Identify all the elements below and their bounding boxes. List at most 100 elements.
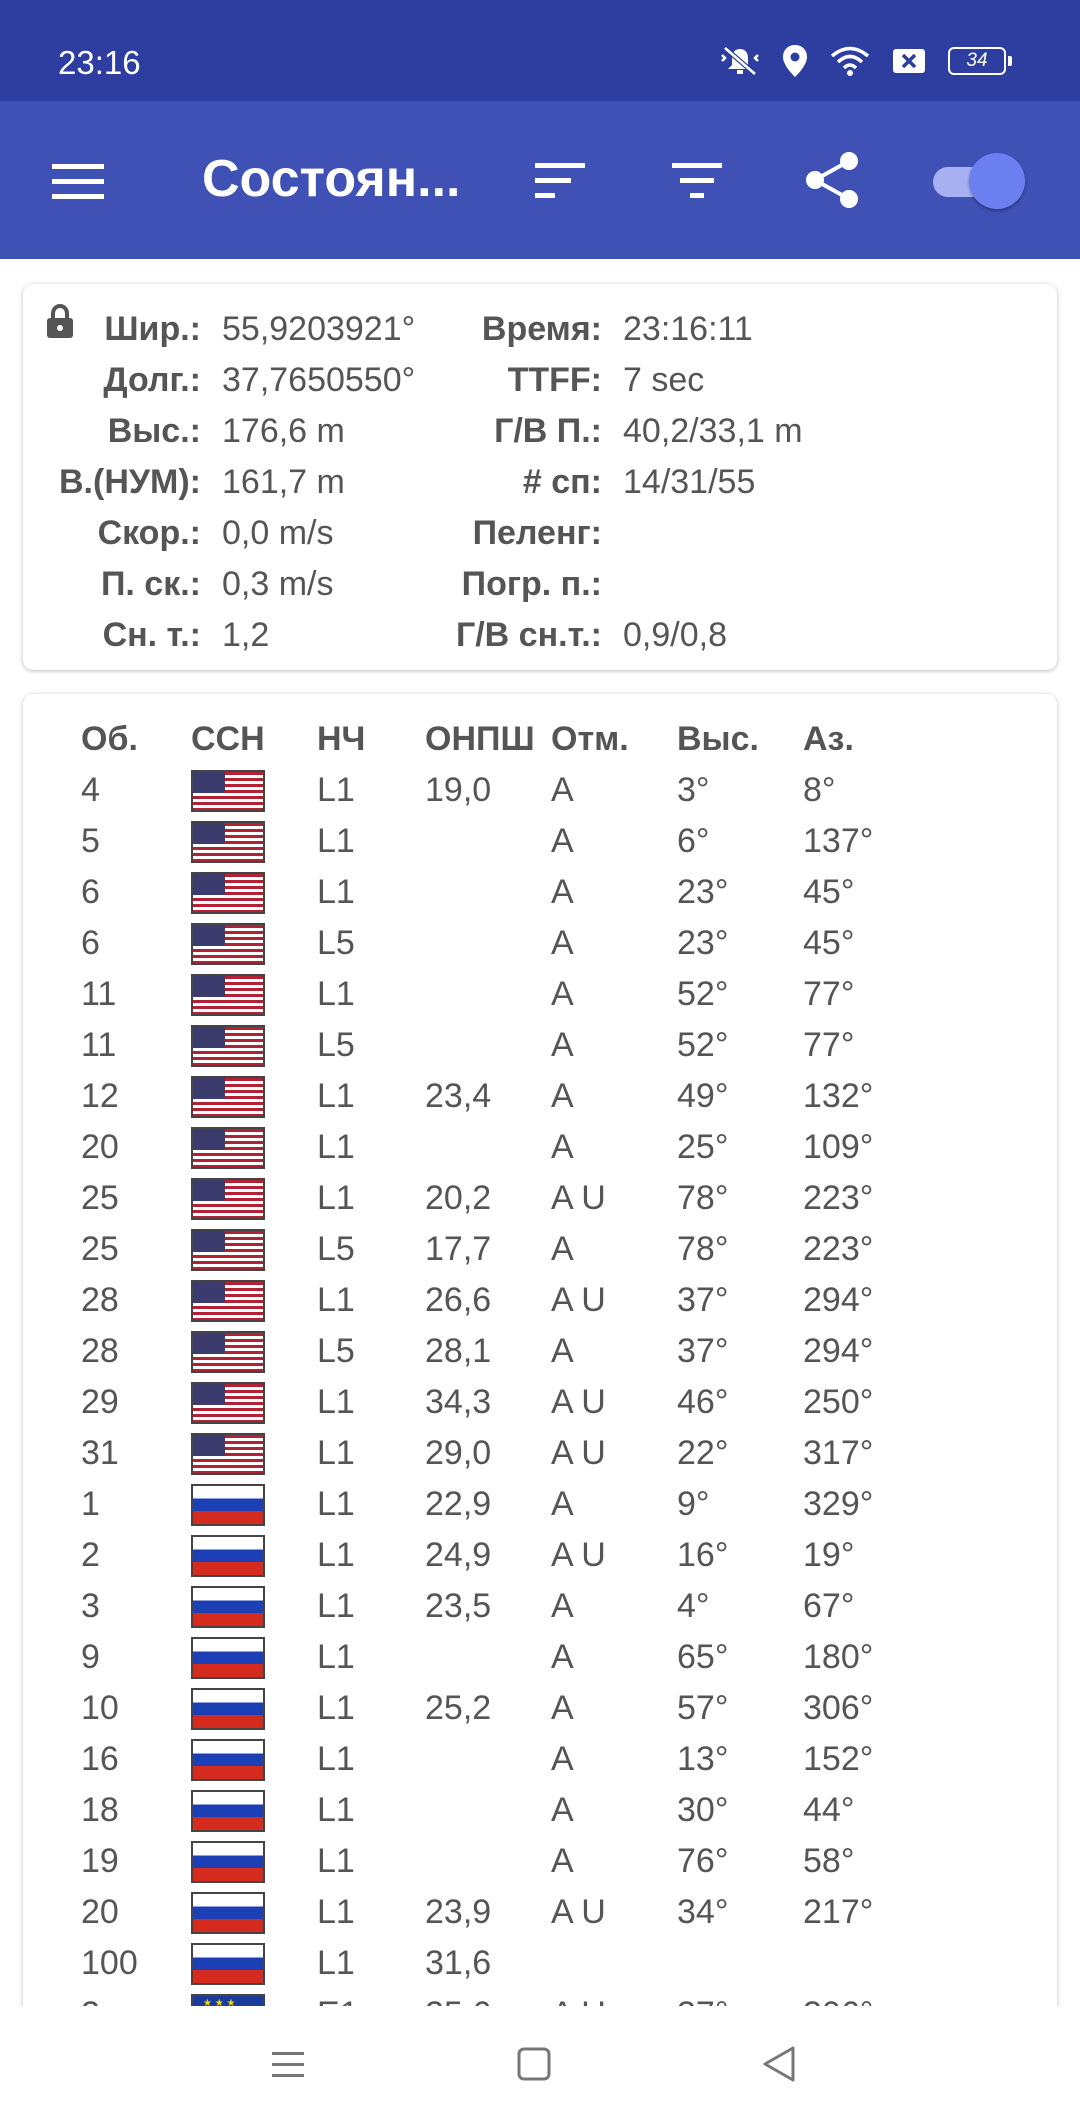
table-row[interactable]: 16 L1 A 13° 152° bbox=[81, 1734, 923, 1785]
table-row[interactable]: 9 L1 A 65° 180° bbox=[81, 1632, 923, 1683]
sat-flags-cell: A U bbox=[551, 1434, 606, 1472]
col-header-constellation[interactable]: ССН bbox=[191, 714, 317, 765]
constellation-flag-cell bbox=[191, 1581, 317, 1632]
sat-frequency-cell: L1 bbox=[317, 873, 355, 911]
sat-flags-cell bbox=[551, 1938, 677, 1989]
sat-azimuth-cell: 223° bbox=[803, 1179, 874, 1217]
sat-azimuth-cell: 58° bbox=[803, 1842, 855, 1880]
sat-cn0-cell: 29,0 bbox=[425, 1434, 492, 1472]
back-icon[interactable] bbox=[760, 2044, 800, 2084]
info-label: Погр. п.: bbox=[461, 565, 602, 603]
info-value: 161,7 m bbox=[222, 463, 345, 501]
table-row[interactable]: 29 L1 34,3 A U 46° 250° bbox=[81, 1377, 923, 1428]
col-header-azimuth[interactable]: Аз. bbox=[803, 714, 923, 765]
info-row: Пеленг: bbox=[403, 514, 902, 554]
recents-icon[interactable] bbox=[268, 2044, 308, 2084]
sat-azimuth-cell: 317° bbox=[803, 1434, 874, 1472]
table-row[interactable]: 6 L5 A 23° 45° bbox=[81, 918, 923, 969]
info-label: Сн. т.: bbox=[102, 616, 201, 654]
sat-azimuth-cell: 137° bbox=[803, 822, 874, 860]
sat-cn0-cell: 20,2 bbox=[425, 1179, 492, 1217]
status-icons: 34 bbox=[720, 44, 1012, 78]
info-label: Пеленг: bbox=[472, 514, 602, 552]
sat-azimuth-cell: 45° bbox=[803, 873, 855, 911]
sat-cn0-cell bbox=[425, 1836, 551, 1887]
home-icon[interactable] bbox=[514, 2044, 554, 2084]
sat-frequency-cell: L1 bbox=[317, 1536, 355, 1574]
table-row[interactable]: 19 L1 A 76° 58° bbox=[81, 1836, 923, 1887]
toggle-switch[interactable] bbox=[933, 153, 1025, 209]
battery-icon: 34 bbox=[948, 47, 1012, 75]
us-flag-icon bbox=[191, 1330, 265, 1373]
table-row[interactable]: 12 L1 23,4 A 49° 132° bbox=[81, 1071, 923, 1122]
table-row[interactable]: 28 L5 28,1 A 37° 294° bbox=[81, 1326, 923, 1377]
menu-icon[interactable] bbox=[48, 151, 108, 211]
sat-azimuth-cell: 217° bbox=[803, 1893, 874, 1931]
sat-frequency-cell: L1 bbox=[317, 822, 355, 860]
table-row[interactable]: 11 L1 A 52° 77° bbox=[81, 969, 923, 1020]
sat-elevation-cell: 52° bbox=[677, 975, 729, 1013]
sat-elevation-cell: 6° bbox=[677, 822, 710, 860]
sat-flags-cell: A bbox=[551, 1587, 574, 1625]
us-flag-icon bbox=[191, 1381, 265, 1424]
sort-icon[interactable] bbox=[525, 145, 595, 215]
table-row[interactable]: 10 L1 25,2 A 57° 306° bbox=[81, 1683, 923, 1734]
sat-cn0-cell bbox=[425, 918, 551, 969]
sat-id-cell: 19 bbox=[81, 1842, 119, 1880]
constellation-flag-cell bbox=[191, 816, 317, 867]
sat-cn0-cell: 34,3 bbox=[425, 1383, 492, 1421]
table-row[interactable]: 2 L1 24,9 A U 16° 19° bbox=[81, 1530, 923, 1581]
constellation-flag-cell bbox=[191, 918, 317, 969]
table-row[interactable]: 11 L5 A 52° 77° bbox=[81, 1020, 923, 1071]
sat-cn0-cell: 23,4 bbox=[425, 1077, 492, 1115]
share-icon[interactable] bbox=[797, 145, 867, 215]
status-time: 23:16 bbox=[58, 44, 141, 81]
us-flag-icon bbox=[191, 1075, 265, 1118]
col-header-id[interactable]: Об. bbox=[81, 714, 191, 765]
table-row[interactable]: 25 L1 20,2 A U 78° 223° bbox=[81, 1173, 923, 1224]
table-row[interactable]: 20 L1 23,9 A U 34° 217° bbox=[81, 1887, 923, 1938]
sat-cn0-cell: 23,9 bbox=[425, 1893, 492, 1931]
sat-elevation-cell: 3° bbox=[677, 771, 710, 809]
us-flag-icon bbox=[191, 820, 265, 863]
col-header-cn0[interactable]: ОНПШ bbox=[425, 714, 551, 765]
col-header-flags[interactable]: Отм. bbox=[551, 714, 677, 765]
table-row[interactable]: 6 L1 A 23° 45° bbox=[81, 867, 923, 918]
sat-azimuth-cell: 132° bbox=[803, 1077, 874, 1115]
table-row[interactable]: 3 L1 23,5 A 4° 67° bbox=[81, 1581, 923, 1632]
table-row[interactable]: 28 L1 26,6 A U 37° 294° bbox=[81, 1275, 923, 1326]
sat-id-cell: 12 bbox=[81, 1077, 119, 1115]
table-row[interactable]: 18 L1 A 30° 44° bbox=[81, 1785, 923, 1836]
sat-elevation-cell: 13° bbox=[677, 1740, 729, 1778]
info-value: 14/31/55 bbox=[623, 463, 756, 501]
info-row: Г/В сн.т.: 0,9/0,8 bbox=[403, 616, 902, 656]
sat-cn0-cell: 24,9 bbox=[425, 1536, 492, 1574]
us-flag-icon bbox=[191, 922, 265, 965]
sat-id-cell: 25 bbox=[81, 1179, 119, 1217]
table-row[interactable]: 100 L1 31,6 bbox=[81, 1938, 923, 1989]
sat-cn0-cell bbox=[425, 867, 551, 918]
info-value: 1,2 bbox=[222, 616, 270, 654]
col-header-elevation[interactable]: Выс. bbox=[677, 714, 803, 765]
sat-frequency-cell: L1 bbox=[317, 1281, 355, 1319]
sat-azimuth-cell: 77° bbox=[803, 975, 855, 1013]
sat-flags-cell: A U bbox=[551, 1536, 606, 1574]
table-row[interactable]: 5 L1 A 6° 137° bbox=[81, 816, 923, 867]
table-row[interactable]: 25 L5 17,7 A 78° 223° bbox=[81, 1224, 923, 1275]
table-row[interactable]: 1 L1 22,9 A 9° 329° bbox=[81, 1479, 923, 1530]
sat-elevation-cell: 46° bbox=[677, 1383, 729, 1421]
table-row[interactable]: 20 L1 A 25° 109° bbox=[81, 1122, 923, 1173]
constellation-flag-cell bbox=[191, 1632, 317, 1683]
col-header-frequency[interactable]: НЧ bbox=[317, 714, 425, 765]
table-row[interactable]: 31 L1 29,0 A U 22° 317° bbox=[81, 1428, 923, 1479]
constellation-flag-cell bbox=[191, 1275, 317, 1326]
app-bar: Состоян... bbox=[0, 101, 1080, 259]
info-row: Время: 23:16:11 bbox=[403, 310, 902, 350]
sat-flags-cell: A U bbox=[551, 1281, 606, 1319]
sat-azimuth-cell: 223° bbox=[803, 1230, 874, 1268]
table-row[interactable]: 4 L1 19,0 A 3° 8° bbox=[81, 765, 923, 816]
constellation-flag-cell bbox=[191, 1938, 317, 1989]
sat-azimuth-cell: 294° bbox=[803, 1332, 874, 1370]
filter-icon[interactable] bbox=[662, 145, 732, 215]
sat-frequency-cell: L1 bbox=[317, 1077, 355, 1115]
